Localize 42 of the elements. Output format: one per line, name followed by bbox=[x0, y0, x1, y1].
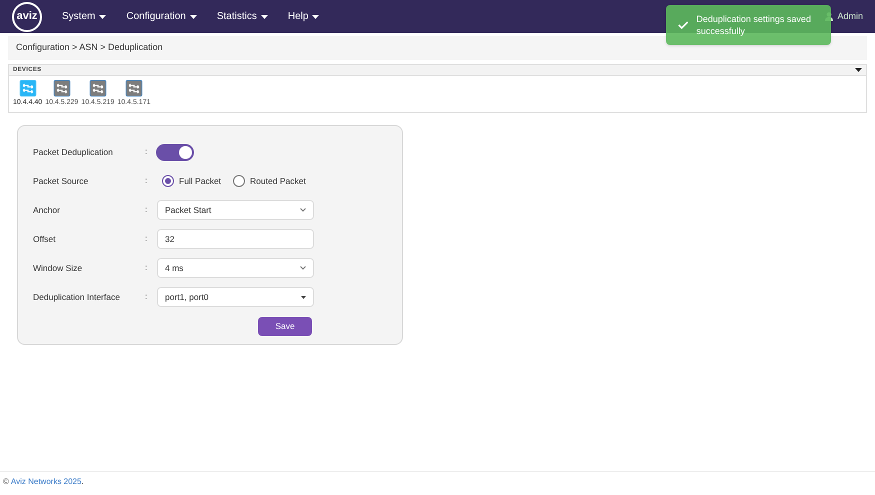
dropdown[interactable]: 4 ms bbox=[157, 258, 314, 278]
radio-label: Routed Packet bbox=[250, 174, 306, 188]
caret-icon bbox=[312, 14, 320, 18]
colon: : bbox=[145, 291, 148, 303]
footer-period: . bbox=[81, 476, 84, 488]
input-field[interactable]: 32 bbox=[157, 229, 314, 249]
field-label: Deduplication Interface bbox=[33, 290, 121, 304]
caret-icon bbox=[301, 296, 306, 298]
company-link[interactable]: Aviz Networks 2025 bbox=[10, 476, 82, 488]
nav-menu[interactable]: Help bbox=[288, 9, 320, 24]
field-label: Window Size bbox=[33, 262, 84, 274]
user-name[interactable]: Admin bbox=[837, 10, 863, 24]
dropdown[interactable]: Packet Start bbox=[157, 200, 314, 220]
copyright-symbol: © bbox=[3, 476, 9, 488]
save-button[interactable]: Save bbox=[258, 317, 312, 336]
caret-icon bbox=[190, 14, 197, 18]
field-label: Offset bbox=[33, 232, 57, 246]
caret-icon bbox=[260, 14, 268, 18]
nav-menu[interactable]: Statistics bbox=[216, 9, 268, 24]
radio-label: Full Packet bbox=[179, 174, 222, 188]
colon: : bbox=[145, 204, 148, 216]
dropdown[interactable]: port1, port0 bbox=[157, 287, 314, 307]
breadcrumb: Configuration > ASN > Deduplication bbox=[16, 41, 163, 54]
radio-button[interactable] bbox=[233, 175, 246, 187]
caret-icon[interactable] bbox=[855, 68, 862, 72]
caret-icon bbox=[99, 14, 106, 18]
checkmark-icon bbox=[678, 20, 688, 30]
nav-menu[interactable]: Configuration bbox=[126, 9, 197, 24]
colon: : bbox=[145, 146, 148, 158]
field-label: Packet Deduplication bbox=[33, 146, 114, 158]
nav-menu[interactable]: System bbox=[62, 9, 106, 24]
chevron-down-icon bbox=[300, 266, 306, 270]
colon: : bbox=[145, 262, 148, 274]
toast-message: Deduplication settings saved successfully bbox=[696, 13, 812, 37]
radio-button[interactable] bbox=[162, 175, 174, 187]
field-label: Packet Source bbox=[33, 174, 90, 188]
logo[interactable]: aviz bbox=[12, 2, 42, 32]
field-label: Anchor bbox=[33, 204, 61, 216]
chevron-down-icon bbox=[300, 208, 306, 212]
toggle-switch[interactable] bbox=[156, 144, 194, 160]
colon: : bbox=[145, 175, 148, 187]
colon: : bbox=[145, 233, 148, 245]
